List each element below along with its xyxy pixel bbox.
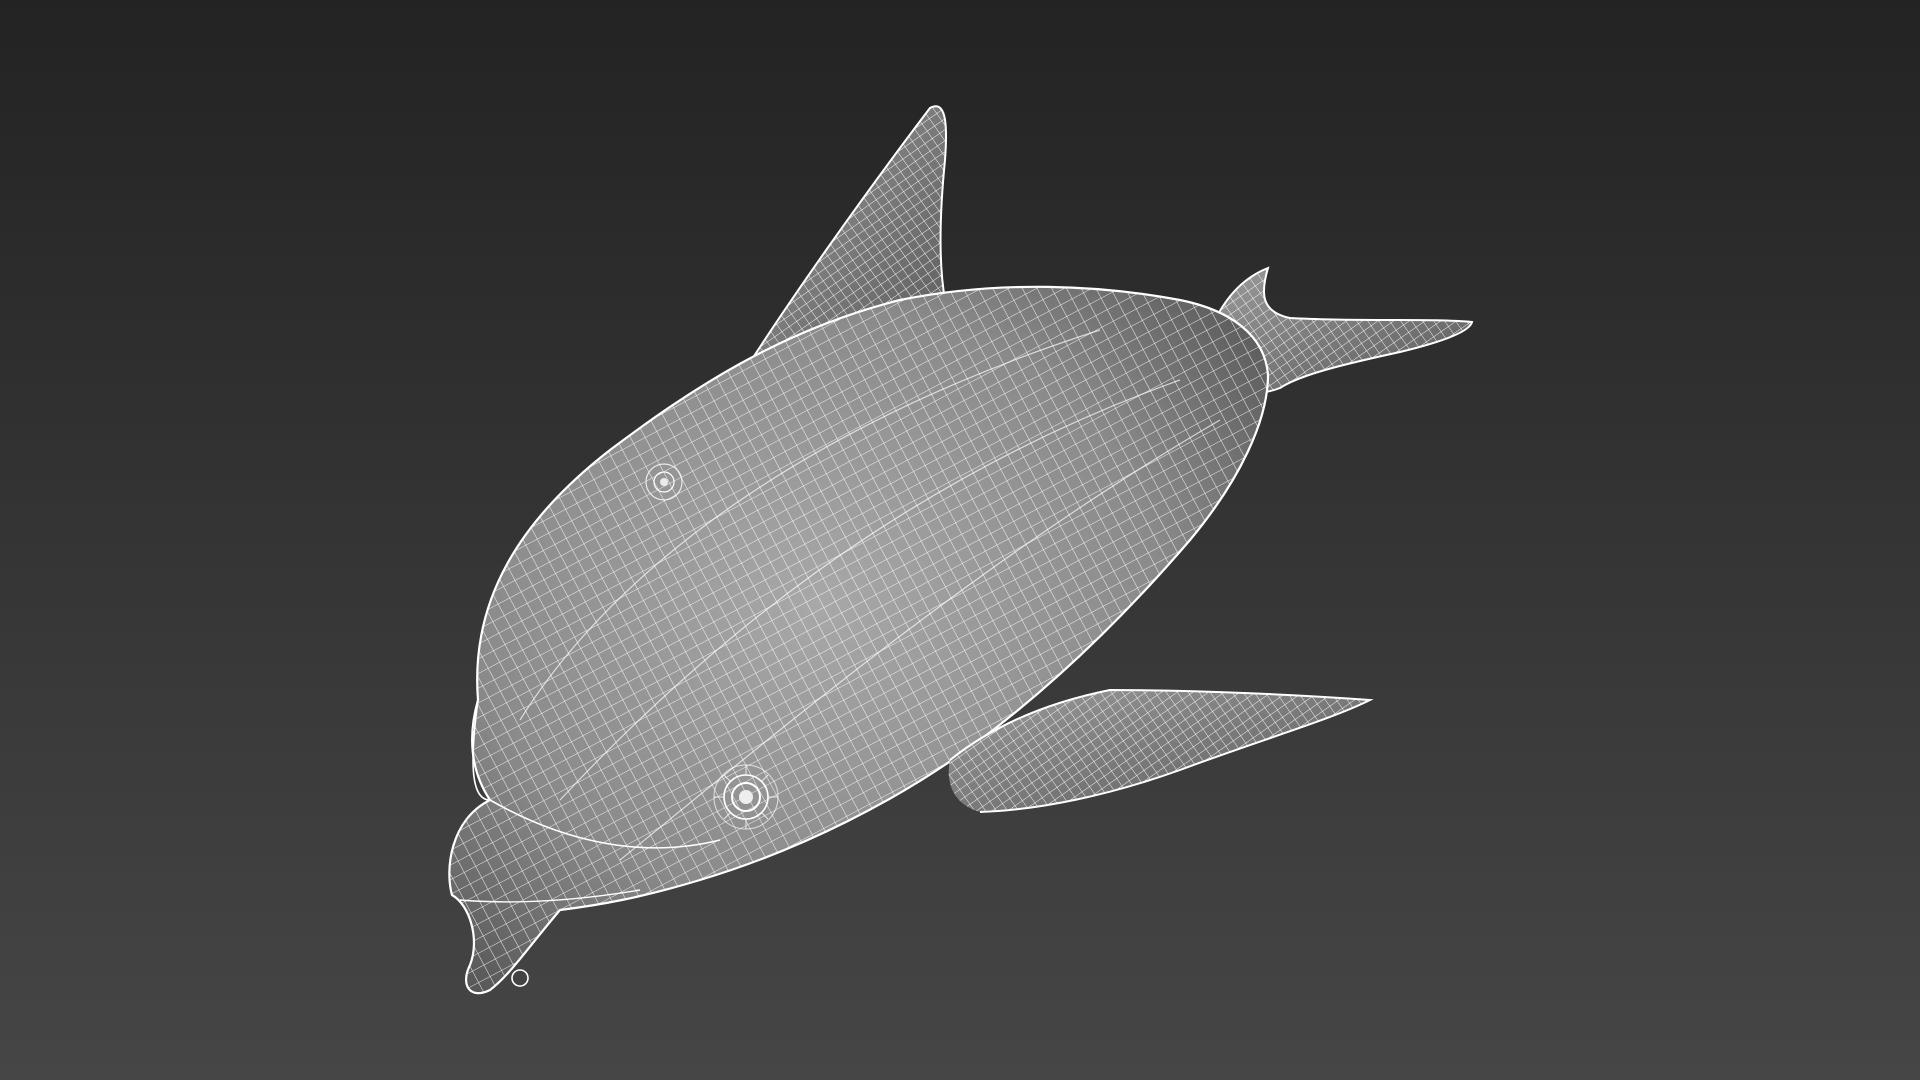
dolphin-wireframe-model[interactable]	[0, 0, 1920, 1080]
3d-viewport[interactable]	[0, 0, 1920, 1080]
dolphin-body	[448, 285, 1270, 995]
eye-icon	[713, 764, 779, 830]
